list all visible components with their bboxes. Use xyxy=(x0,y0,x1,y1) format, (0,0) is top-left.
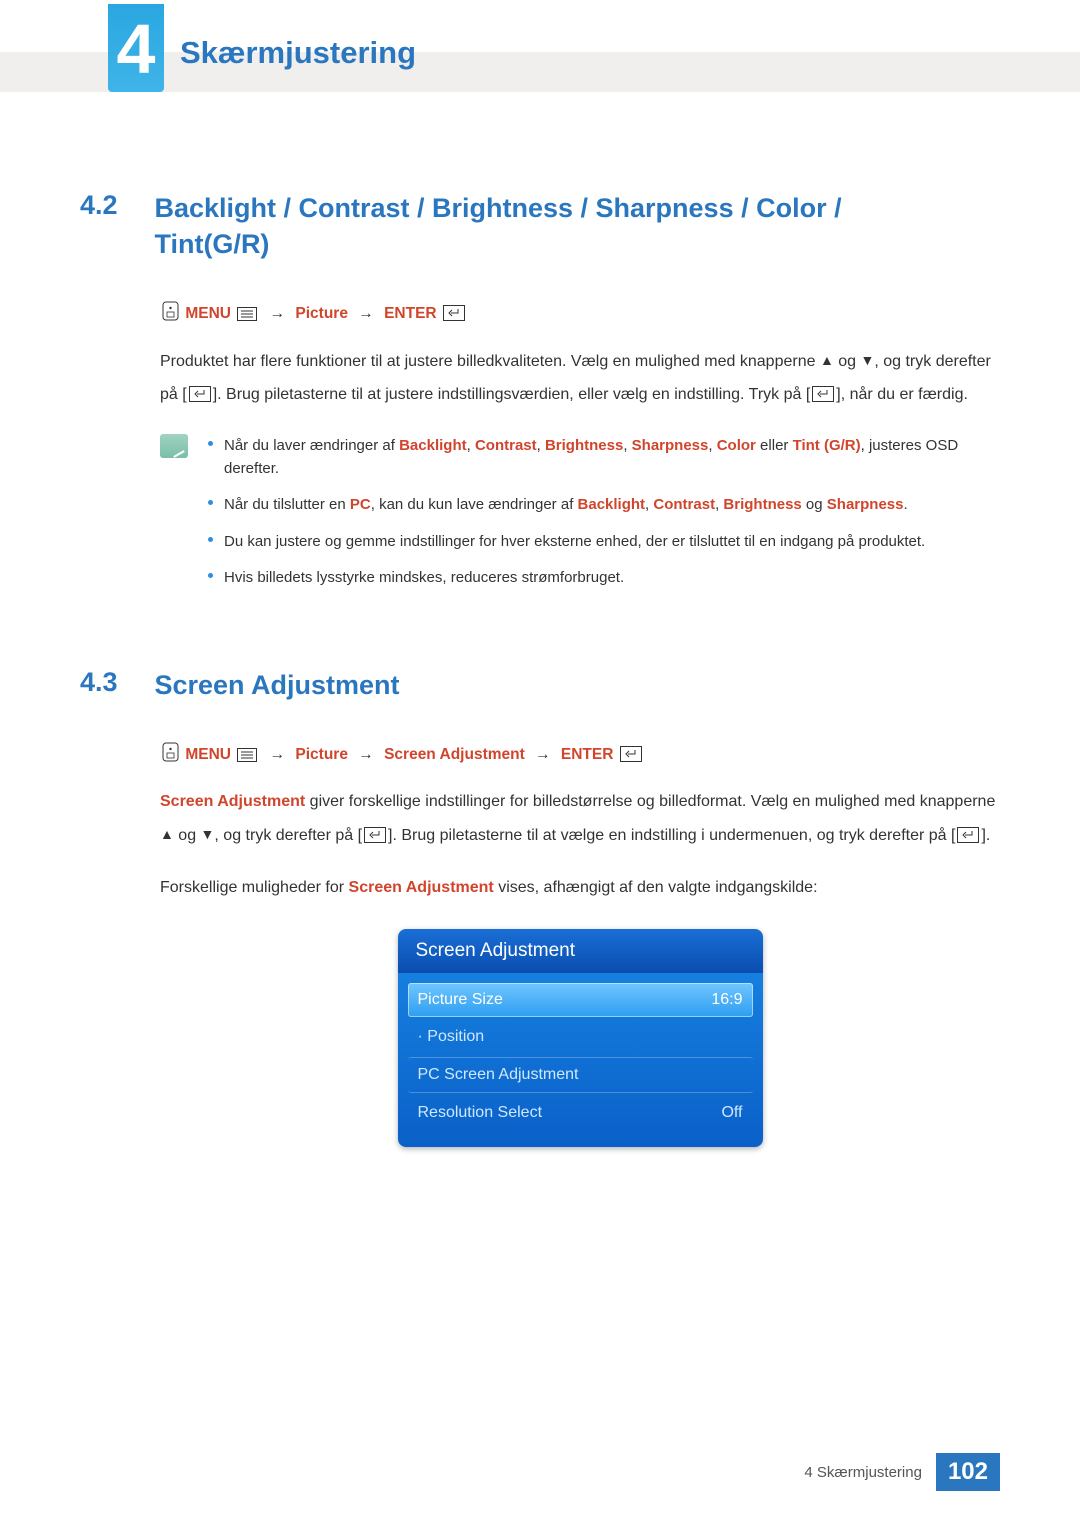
note-item: Når du tilslutter en PC, kan du kun lave… xyxy=(208,493,1000,516)
section-number: 4.2 xyxy=(80,190,150,221)
note-box: Når du laver ændringer af Backlight, Con… xyxy=(160,434,1000,602)
down-triangle-icon: ▼ xyxy=(860,346,874,375)
chapter-number-badge: 4 xyxy=(108,4,164,92)
osd-row-resolution-select[interactable]: Resolution Select Off xyxy=(408,1096,753,1130)
footer-page-number: 102 xyxy=(936,1453,1000,1491)
section-4-3: 4.3 Screen Adjustment MENU → Picture → S… xyxy=(80,667,1000,1147)
nav-enter-label: ENTER xyxy=(384,305,437,322)
osd-row-label: Resolution Select xyxy=(418,1104,543,1122)
page-footer: 4 Skærmjustering 102 xyxy=(804,1453,1000,1491)
nav-enter-label: ENTER xyxy=(561,746,614,763)
enter-icon xyxy=(620,746,642,762)
osd-title: Screen Adjustment xyxy=(398,929,763,973)
chapter-title: Skærmjustering xyxy=(180,35,416,71)
nav-menu-label: MENU xyxy=(185,305,231,322)
osd-row-value: 16:9 xyxy=(711,991,742,1009)
arrow-icon: → xyxy=(264,746,292,763)
menu-nav-path: MENU → Picture → Screen Adjustment → ENT… xyxy=(160,742,1000,768)
section-number: 4.3 xyxy=(80,667,150,698)
osd-row-picture-size[interactable]: Picture Size 16:9 xyxy=(408,983,753,1017)
osd-row-value: Off xyxy=(721,1104,742,1122)
arrow-icon: → xyxy=(352,305,380,322)
nav-screen-adj-label: Screen Adjustment xyxy=(384,746,525,763)
note-item: Når du laver ændringer af Backlight, Con… xyxy=(208,434,1000,481)
note-item: Hvis billedets lysstyrke mindskes, reduc… xyxy=(208,566,1000,589)
up-triangle-icon: ▲ xyxy=(820,346,834,375)
arrow-icon: → xyxy=(264,305,292,322)
remote-icon xyxy=(162,742,179,762)
note-item: Du kan justere og gemme indstillinger fo… xyxy=(208,530,1000,553)
osd-row-pc-screen-adjustment[interactable]: PC Screen Adjustment xyxy=(408,1057,753,1093)
nav-menu-label: MENU xyxy=(185,746,231,763)
footer-chapter-label: 4 Skærmjustering xyxy=(804,1464,922,1481)
osd-row-label: · Position xyxy=(418,1028,485,1046)
osd-row-label: PC Screen Adjustment xyxy=(418,1066,579,1084)
section43-paragraph1: Screen Adjustment giver forskellige inds… xyxy=(160,785,1000,852)
down-triangle-icon: ▼ xyxy=(201,820,215,849)
section-title: Screen Adjustment xyxy=(154,667,399,703)
enter-icon xyxy=(443,305,465,321)
menu-icon xyxy=(237,307,257,321)
enter-icon xyxy=(812,386,834,402)
enter-icon xyxy=(957,827,979,843)
enter-icon xyxy=(364,827,386,843)
enter-icon xyxy=(189,386,211,402)
osd-menu: Screen Adjustment Picture Size 16:9 · Po… xyxy=(398,929,763,1147)
osd-row-label: Picture Size xyxy=(418,991,503,1009)
menu-nav-path: MENU → Picture → ENTER xyxy=(160,301,1000,327)
arrow-icon: → xyxy=(529,746,557,763)
nav-picture-label: Picture xyxy=(295,746,348,763)
nav-picture-label: Picture xyxy=(295,305,348,322)
note-list: Når du laver ændringer af Backlight, Con… xyxy=(208,434,1000,602)
remote-icon xyxy=(162,301,179,321)
section-title: Backlight / Contrast / Brightness / Shar… xyxy=(154,190,954,263)
section43-paragraph2: Forskellige muligheder for Screen Adjust… xyxy=(160,871,1000,905)
section42-paragraph: Produktet har flere funktioner til at ju… xyxy=(160,345,1000,412)
section-4-2: 4.2 Backlight / Contrast / Brightness / … xyxy=(80,190,1000,602)
note-icon xyxy=(160,434,188,458)
up-triangle-icon: ▲ xyxy=(160,820,174,849)
osd-row-position[interactable]: · Position xyxy=(408,1020,753,1054)
menu-icon xyxy=(237,748,257,762)
arrow-icon: → xyxy=(352,746,380,763)
